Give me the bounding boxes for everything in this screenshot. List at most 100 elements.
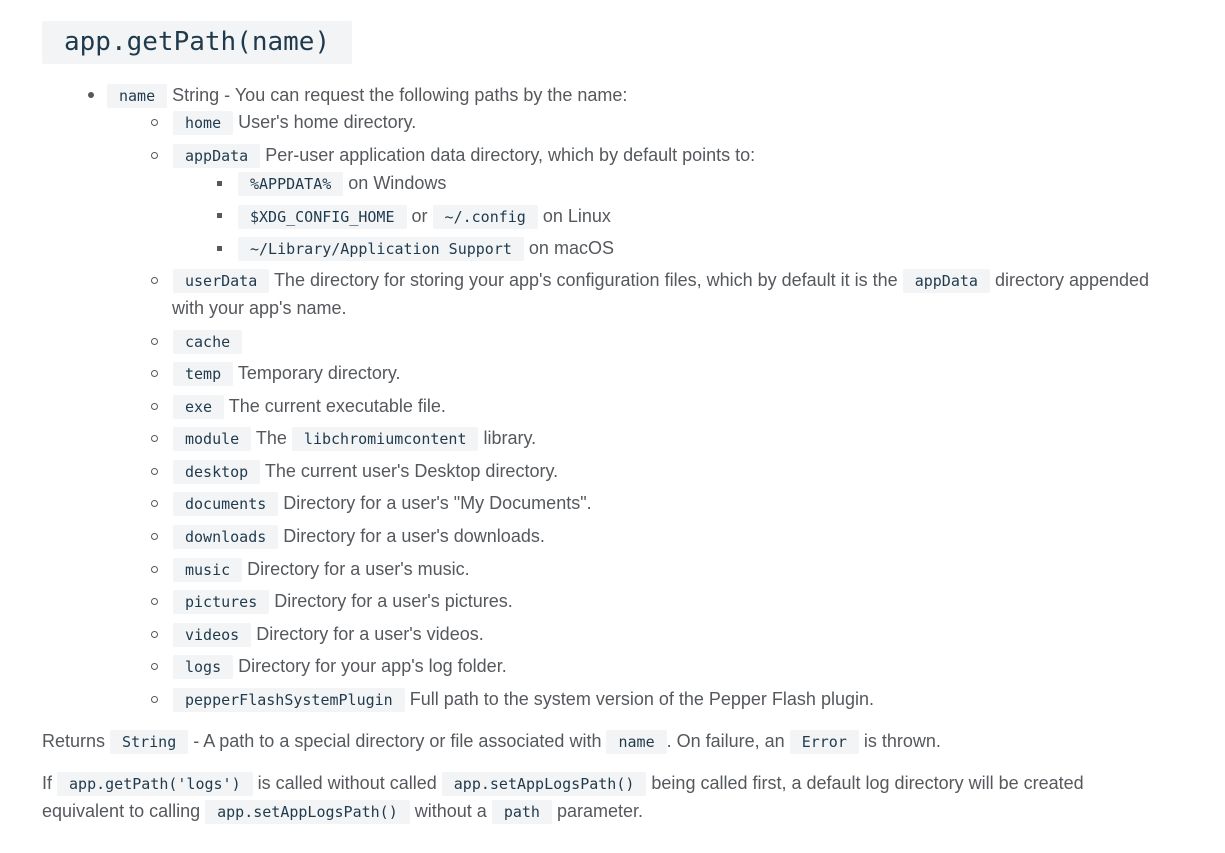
path-desc: Directory for a user's music.: [247, 559, 470, 579]
note-text: is called without called: [257, 773, 437, 793]
path-code: desktop: [173, 460, 261, 484]
path-desc: library.: [483, 428, 537, 448]
bullet-disc: [88, 92, 94, 98]
bullet-square: [217, 213, 222, 218]
list-item: videos Directory for a user's videos.: [173, 622, 484, 647]
path-desc: on Linux: [542, 206, 611, 226]
note-text: parameter.: [556, 801, 644, 821]
returns-label: Returns: [42, 731, 106, 751]
param-code: name: [107, 84, 168, 108]
bullet-circle: [151, 152, 158, 159]
path-code: pepperFlashSystemPlugin: [173, 688, 405, 712]
path-desc: The directory for storing your app's con…: [273, 270, 898, 290]
path-code: exe: [173, 395, 225, 419]
bullet-circle: [151, 277, 158, 284]
path-code: documents: [173, 492, 279, 516]
returns-text: . On failure, an: [666, 731, 785, 751]
param-line: name String - You can request the follow…: [107, 83, 627, 108]
path-desc: User's home directory.: [238, 112, 417, 132]
bullet-circle: [151, 403, 158, 410]
returns-paragraph: Returns String - A path to a special dir…: [42, 729, 941, 754]
page-title: app.getPath(name): [42, 21, 353, 64]
path-code: userData: [173, 269, 270, 293]
path-code: downloads: [173, 525, 279, 549]
bullet-circle: [151, 631, 158, 638]
path-code: %APPDATA%: [238, 172, 344, 196]
list-item: logs Directory for your app's log folder…: [173, 654, 507, 679]
note-text: being called first, a default log direct…: [651, 773, 1084, 793]
or-text: or: [411, 206, 428, 226]
list-item: module The libchromiumcontent library.: [173, 426, 536, 451]
error-code: Error: [789, 730, 859, 754]
return-type-code: String: [110, 730, 189, 754]
list-item: home User's home directory.: [173, 110, 416, 135]
list-item: %APPDATA% on Windows: [238, 171, 446, 196]
note-code: app.getPath('logs'): [57, 772, 253, 796]
path-desc: Temporary directory.: [237, 363, 401, 383]
list-item: userData The directory for storing your …: [173, 268, 1149, 293]
path-code: home: [173, 111, 234, 135]
list-item: temp Temporary directory.: [173, 361, 401, 386]
path-code: pictures: [173, 590, 270, 614]
path-desc: on Windows: [348, 173, 447, 193]
list-item: documents Directory for a user's "My Doc…: [173, 491, 592, 516]
list-item: pepperFlashSystemPlugin Full path to the…: [173, 687, 874, 712]
path-code: ~/Library/Application Support: [238, 237, 524, 261]
bullet-circle: [151, 598, 158, 605]
bullet-square: [217, 181, 222, 186]
path-desc: Directory for a user's pictures.: [274, 591, 513, 611]
path-desc: The: [255, 428, 287, 448]
bullet-circle: [151, 566, 158, 573]
bullet-circle: [151, 500, 158, 507]
list-item: ~/Library/Application Support on macOS: [238, 236, 614, 261]
path-code: module: [173, 427, 252, 451]
path-desc: Directory for a user's "My Documents".: [283, 493, 592, 513]
bullet-circle: [151, 468, 158, 475]
bullet-circle: [151, 338, 158, 345]
list-item: $XDG_CONFIG_HOME or ~/.config on Linux: [238, 204, 611, 229]
path-code: logs: [173, 655, 234, 679]
note-text: equivalent to calling: [42, 801, 201, 821]
path-desc: The current user's Desktop directory.: [264, 461, 559, 481]
path-desc: Per-user application data directory, whi…: [265, 145, 756, 165]
path-desc: Directory for a user's videos.: [256, 624, 484, 644]
path-code: cache: [173, 330, 243, 354]
list-item: cache: [173, 329, 243, 354]
bullet-circle: [151, 696, 158, 703]
returns-text: - A path to a special directory or file …: [193, 731, 602, 751]
path-code: appData: [902, 269, 990, 293]
note-code: app.setAppLogsPath(): [205, 800, 410, 824]
bullet-square: [217, 246, 222, 251]
note-paragraph-continued: equivalent to calling app.setAppLogsPath…: [42, 799, 643, 824]
path-code: videos: [173, 623, 252, 647]
param-text: String - You can request the following p…: [172, 85, 628, 105]
path-code: libchromiumcontent: [291, 427, 479, 451]
note-code: path: [491, 800, 552, 824]
path-code: ~/.config: [432, 205, 538, 229]
list-item: appData Per-user application data direct…: [173, 143, 755, 168]
list-item: desktop The current user's Desktop direc…: [173, 459, 558, 484]
path-desc: on macOS: [528, 238, 614, 258]
path-desc: The current executable file.: [228, 396, 446, 416]
path-desc: Directory for a user's downloads.: [283, 526, 545, 546]
note-text: If: [42, 773, 53, 793]
path-desc: Directory for your app's log folder.: [238, 656, 507, 676]
note-text: without a: [414, 801, 487, 821]
returns-text: is thrown.: [863, 731, 941, 751]
path-code: appData: [173, 144, 261, 168]
param-name-code: name: [606, 730, 667, 754]
bullet-circle: [151, 533, 158, 540]
bullet-circle: [151, 663, 158, 670]
bullet-circle: [151, 370, 158, 377]
list-item: exe The current executable file.: [173, 394, 446, 419]
note-code: app.setAppLogsPath(): [441, 772, 647, 796]
path-code: $XDG_CONFIG_HOME: [238, 205, 407, 229]
note-paragraph: If app.getPath('logs') is called without…: [42, 771, 1084, 796]
bullet-circle: [151, 435, 158, 442]
bullet-circle: [151, 119, 158, 126]
path-desc: directory appended: [994, 270, 1150, 290]
path-code: music: [173, 558, 243, 582]
path-desc-continued: with your app's name.: [172, 298, 347, 318]
list-item: music Directory for a user's music.: [173, 557, 470, 582]
list-item: downloads Directory for a user's downloa…: [173, 524, 545, 549]
